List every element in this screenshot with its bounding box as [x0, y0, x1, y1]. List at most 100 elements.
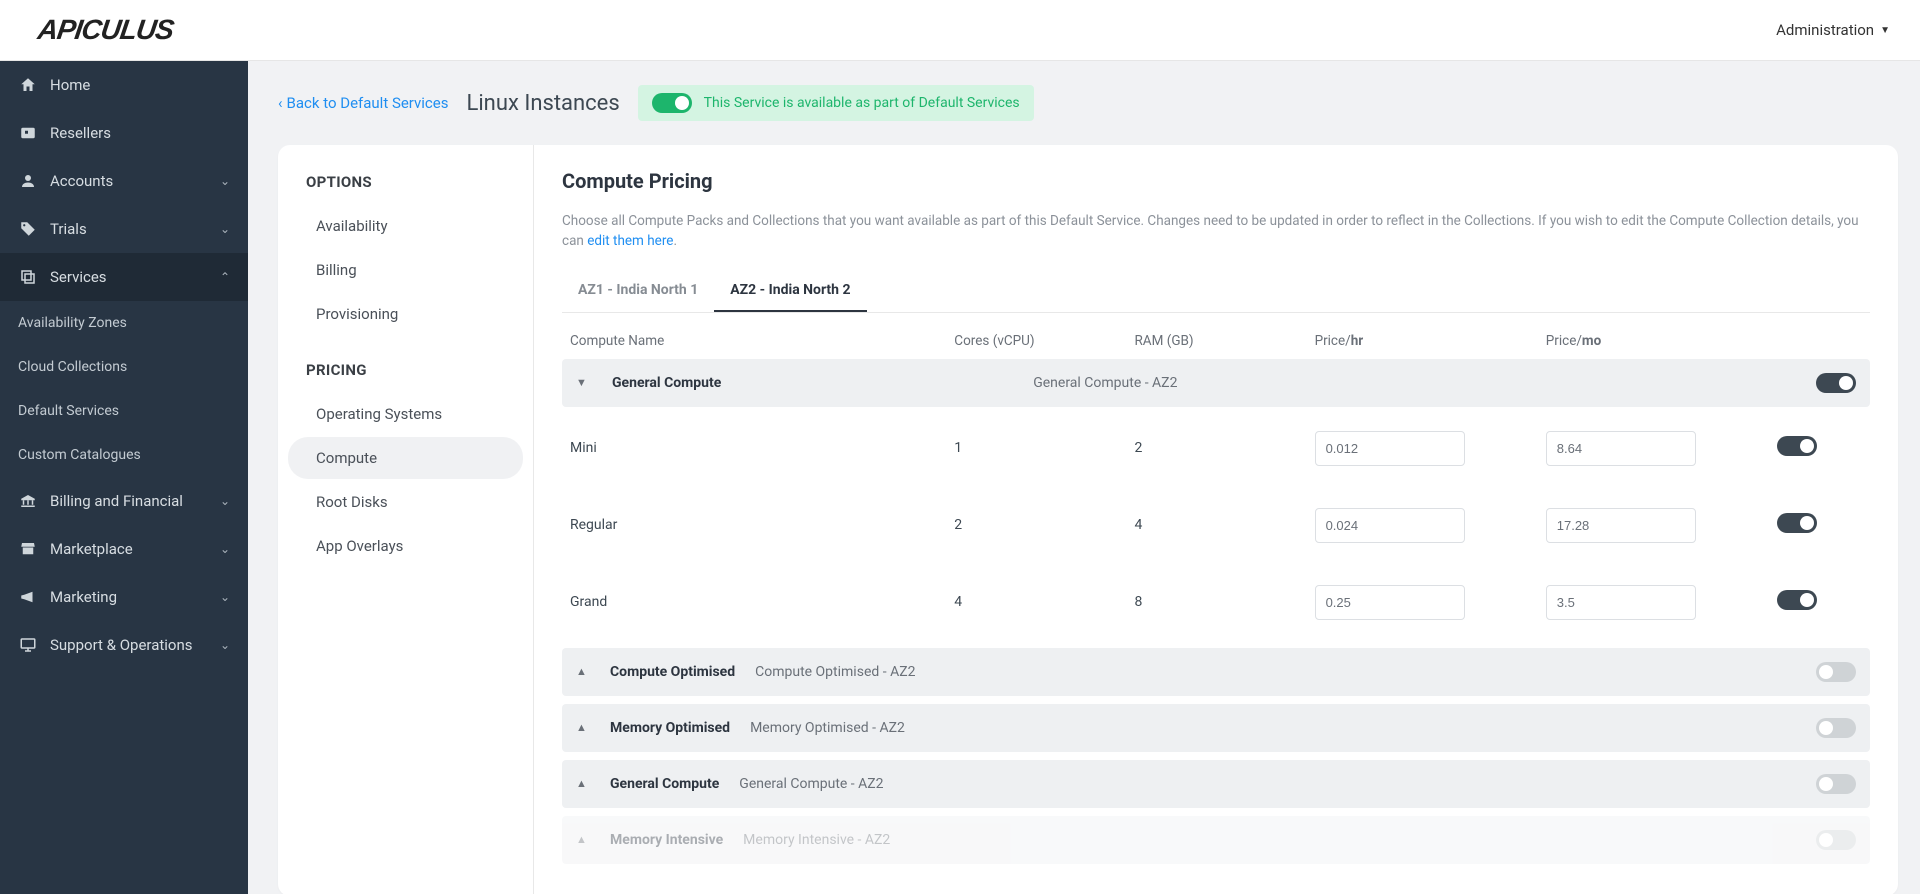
expand-icon[interactable]: ▲: [576, 721, 590, 734]
group-row-general-compute-2: ▲ General Compute General Compute - AZ2: [562, 760, 1870, 808]
sidebar-item-custom-catalogues[interactable]: Custom Catalogues: [0, 433, 248, 477]
chevron-up-icon: ⌃: [220, 270, 230, 284]
sidebar-item-support-operations[interactable]: Support & Operations ⌄: [0, 621, 248, 669]
availability-zone-tabs: AZ1 - India North 1 AZ2 - India North 2: [562, 272, 1870, 313]
content-description: Choose all Compute Packs and Collections…: [562, 211, 1870, 252]
expand-icon[interactable]: ▲: [576, 665, 590, 678]
pricing-root-disks[interactable]: Root Disks: [288, 481, 523, 523]
price-hr-input[interactable]: [1315, 508, 1465, 543]
sidebar-item-label: Availability Zones: [18, 315, 127, 331]
page-title: Linux Instances: [466, 91, 619, 116]
group-toggle[interactable]: [1816, 830, 1856, 850]
edit-here-link[interactable]: edit them here: [587, 233, 673, 249]
row-cores: 2: [954, 517, 1124, 533]
pricing-compute[interactable]: Compute: [288, 437, 523, 479]
caret-down-icon: ▼: [1880, 25, 1890, 36]
pricing-header: PRICING: [278, 361, 533, 393]
sidebar-item-label: Resellers: [50, 124, 111, 142]
row-toggle[interactable]: [1777, 590, 1817, 610]
group-toggle[interactable]: [1816, 373, 1856, 393]
pricing-app-overlays[interactable]: App Overlays: [288, 525, 523, 567]
group-name: General Compute: [610, 776, 719, 792]
chevron-down-icon: ⌄: [220, 174, 230, 188]
sidebar-item-marketplace[interactable]: Marketplace ⌄: [0, 525, 248, 573]
settings-panel: OPTIONS Availability Billing Provisionin…: [278, 145, 1898, 894]
megaphone-icon: [18, 587, 38, 607]
chevron-down-icon: ⌄: [220, 638, 230, 652]
price-hr-input[interactable]: [1315, 585, 1465, 620]
banner-text: This Service is available as part of Def…: [704, 95, 1020, 111]
price-mo-input[interactable]: [1546, 508, 1696, 543]
sidebar-item-cloud-collections[interactable]: Cloud Collections: [0, 345, 248, 389]
sidebar-item-services[interactable]: Services ⌃: [0, 253, 248, 301]
expand-icon[interactable]: ▲: [576, 833, 590, 846]
back-link-label: Back to Default Services: [287, 94, 449, 112]
group-toggle[interactable]: [1816, 774, 1856, 794]
group-name: Memory Optimised: [610, 720, 730, 736]
group-subtitle: Compute Optimised - AZ2: [755, 664, 915, 680]
pricing-operating-systems[interactable]: Operating Systems: [288, 393, 523, 435]
row-name: Grand: [570, 594, 944, 610]
sidebar-item-home[interactable]: Home: [0, 61, 248, 109]
group-subtitle: Memory Intensive - AZ2: [743, 832, 890, 848]
expand-icon[interactable]: ▲: [576, 777, 590, 790]
option-provisioning[interactable]: Provisioning: [288, 293, 523, 335]
pricing-content: Compute Pricing Choose all Compute Packs…: [534, 145, 1898, 894]
price-hr-input[interactable]: [1315, 431, 1465, 466]
price-mo-input[interactable]: [1546, 585, 1696, 620]
service-enabled-toggle[interactable]: [652, 93, 692, 113]
sidebar-item-accounts[interactable]: Accounts ⌄: [0, 157, 248, 205]
group-name: Memory Intensive: [610, 832, 723, 848]
chevron-down-icon: ⌄: [220, 494, 230, 508]
compute-row-grand: Grand 4 8: [562, 571, 1870, 648]
group-name: General Compute: [612, 375, 1025, 391]
brand-logo: APICULUS: [38, 14, 173, 46]
col-price-mo: Price/mo: [1546, 333, 1767, 349]
option-availability[interactable]: Availability: [288, 205, 523, 247]
group-row-compute-optimised: ▲ Compute Optimised Compute Optimised - …: [562, 648, 1870, 696]
chevron-left-icon: ‹: [278, 94, 283, 112]
row-cores: 4: [954, 594, 1124, 610]
group-toggle[interactable]: [1816, 718, 1856, 738]
sidebar-item-label: Custom Catalogues: [18, 447, 141, 463]
col-cores: Cores (vCPU): [954, 333, 1124, 349]
sidebar-item-label: Billing and Financial: [50, 492, 183, 510]
tab-az1[interactable]: AZ1 - India North 1: [562, 272, 714, 312]
price-mo-input[interactable]: [1546, 431, 1696, 466]
collapse-icon[interactable]: ▼: [576, 376, 604, 389]
group-subtitle: General Compute - AZ2: [1033, 375, 1808, 391]
left-nav: OPTIONS Availability Billing Provisionin…: [278, 145, 534, 894]
sidebar-item-marketing[interactable]: Marketing ⌄: [0, 573, 248, 621]
group-toggle[interactable]: [1816, 662, 1856, 682]
row-toggle[interactable]: [1777, 436, 1817, 456]
group-subtitle: Memory Optimised - AZ2: [750, 720, 905, 736]
sidebar-item-trials[interactable]: Trials ⌄: [0, 205, 248, 253]
sidebar-item-label: Default Services: [18, 403, 119, 419]
row-ram: 2: [1134, 440, 1304, 456]
tab-az2[interactable]: AZ2 - India North 2: [714, 272, 866, 312]
sidebar-item-default-services[interactable]: Default Services: [0, 389, 248, 433]
compute-row-regular: Regular 2 4: [562, 494, 1870, 571]
chevron-down-icon: ⌄: [220, 590, 230, 604]
home-icon: [18, 75, 38, 95]
row-toggle[interactable]: [1777, 513, 1817, 533]
sidebar: Home Resellers Accounts ⌄ Trials ⌄ Servi…: [0, 61, 248, 894]
group-row-memory-optimised: ▲ Memory Optimised Memory Optimised - AZ…: [562, 704, 1870, 752]
group-row-memory-intensive: ▲ Memory Intensive Memory Intensive - AZ…: [562, 816, 1870, 864]
main-content: ‹ Back to Default Services Linux Instanc…: [248, 61, 1920, 894]
sidebar-item-availability-zones[interactable]: Availability Zones: [0, 301, 248, 345]
row-name: Mini: [570, 440, 944, 456]
sidebar-item-label: Accounts: [50, 172, 113, 190]
option-billing[interactable]: Billing: [288, 249, 523, 291]
col-ram: RAM (GB): [1134, 333, 1304, 349]
sidebar-item-resellers[interactable]: Resellers: [0, 109, 248, 157]
sidebar-item-billing-financial[interactable]: Billing and Financial ⌄: [0, 477, 248, 525]
administration-label: Administration: [1776, 21, 1874, 39]
tag-icon: [18, 219, 38, 239]
sidebar-item-label: Marketing: [50, 588, 117, 606]
back-link[interactable]: ‹ Back to Default Services: [278, 94, 448, 112]
layers-icon: [18, 267, 38, 287]
administration-menu[interactable]: Administration ▼: [1776, 21, 1890, 39]
row-name: Regular: [570, 517, 944, 533]
store-icon: [18, 539, 38, 559]
